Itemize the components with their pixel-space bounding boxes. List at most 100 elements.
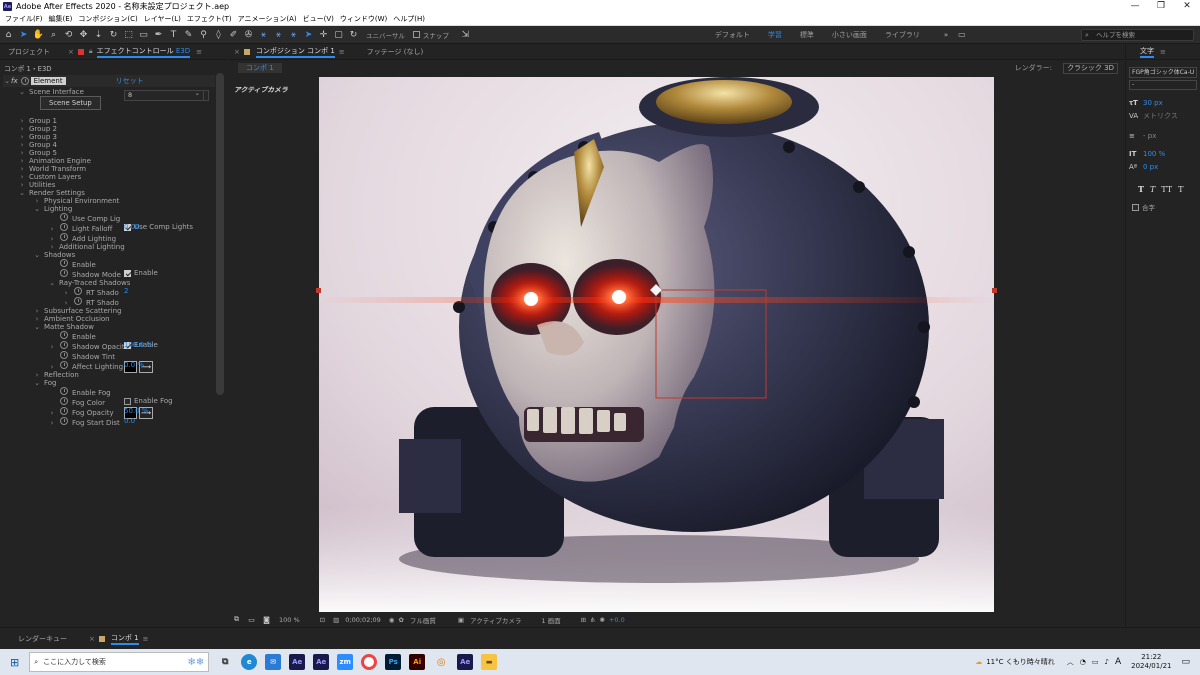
after-effects-icon[interactable]: Ae — [457, 654, 474, 670]
font-family-dropdown[interactable]: FGP角ゴシック体Ca-U — [1129, 67, 1197, 78]
chevron-down-icon[interactable]: ⌄ — [33, 251, 41, 259]
panel-menu-icon[interactable]: ≡ — [339, 48, 345, 56]
pan-behind-icon[interactable]: ⬚ — [122, 28, 135, 41]
panel-menu-icon[interactable]: ≡ — [143, 635, 149, 643]
menu-item[interactable]: ヘルプ(H) — [392, 14, 426, 24]
stopwatch-icon[interactable] — [60, 397, 68, 405]
select-icon[interactable]: ➤ — [302, 28, 315, 41]
taskbar-search-input[interactable]: ⌕ ここに入力して検索 ❄❄ — [29, 652, 210, 672]
mask-visibility-icon[interactable]: ◙ — [260, 613, 273, 626]
stopwatch-icon[interactable] — [74, 287, 82, 295]
effect-property-row[interactable]: › Utilities — [0, 181, 215, 189]
reset-exposure-icon[interactable]: ✺ — [599, 616, 604, 624]
tab-comp-timeline[interactable]: コンポ 1 — [110, 633, 139, 645]
stopwatch-icon[interactable] — [60, 223, 68, 231]
property-value[interactable]: 0.00 — [124, 223, 140, 231]
property-value[interactable]: 100.0 % — [124, 341, 153, 349]
menu-item[interactable]: エフェクト(T) — [186, 14, 233, 24]
property-dropdown[interactable]: 8 — [124, 89, 204, 101]
reset-link[interactable]: リセット — [116, 76, 144, 86]
effect-property-row[interactable]: › Additional Lighting — [0, 243, 215, 251]
roto-brush-icon[interactable]: ✐ — [227, 28, 240, 41]
property-value[interactable]: 2 — [124, 287, 128, 295]
effect-property-row[interactable]: › Group 3 — [0, 133, 215, 141]
more-workspaces-icon[interactable]: » — [944, 31, 948, 39]
chevron-right-icon[interactable]: › — [48, 235, 56, 243]
all-caps-button[interactable]: TT — [1161, 185, 1172, 194]
zoom-tool-icon[interactable]: ⌕ — [47, 28, 60, 41]
tray-overflow-icon[interactable]: ︿ — [1067, 657, 1074, 667]
tab-footage[interactable]: フッテージ (なし) — [367, 47, 424, 57]
pen-tool-icon[interactable]: ✒ — [152, 28, 165, 41]
chevron-right-icon[interactable]: › — [33, 197, 41, 205]
windows-start-icon[interactable]: ⊞ — [10, 656, 19, 669]
chevron-right-icon[interactable]: › — [18, 157, 26, 165]
chevron-right-icon[interactable]: › — [48, 363, 56, 371]
close-tab-icon[interactable]: × — [234, 48, 240, 56]
brush-tool-icon[interactable]: ✎ — [182, 28, 195, 41]
scene-setup-button[interactable]: Scene Setup — [40, 96, 101, 110]
stopwatch-icon[interactable] — [60, 407, 68, 415]
text-tool-icon[interactable]: T — [167, 28, 180, 41]
effect-property-row[interactable]: › Subsurface Scattering — [0, 307, 215, 315]
scale-icon[interactable]: ▢ — [332, 28, 345, 41]
property-value[interactable]: 50.0 % — [124, 407, 148, 415]
clock[interactable]: 21:22 2024/01/21 — [1131, 653, 1171, 671]
effect-property-row[interactable]: › Group 4 — [0, 141, 215, 149]
after-effects-icon[interactable]: Ae — [289, 654, 306, 670]
stopwatch-icon[interactable] — [60, 341, 68, 349]
snapshot-settings-icon[interactable]: ⧉ — [230, 613, 243, 626]
chevron-right-icon[interactable]: › — [18, 133, 26, 141]
baseline-value[interactable]: 0 px — [1143, 163, 1158, 171]
sync-icon[interactable]: ▭ — [958, 30, 966, 39]
axis-view-icon[interactable]: ⚹ — [287, 28, 300, 41]
effect-property-row[interactable]: ⌄ Render Settings — [0, 189, 215, 197]
lock-icon[interactable]: 🔒︎ — [89, 47, 93, 56]
renderer-dropdown[interactable]: クラシック 3D — [1063, 62, 1118, 74]
workspace-item[interactable]: 標準 — [800, 30, 814, 40]
close-tab-icon[interactable]: × — [89, 635, 95, 643]
close-tab-icon[interactable]: × — [68, 48, 74, 56]
chrome-icon[interactable] — [361, 654, 378, 670]
effect-property-row[interactable]: Fog Color ⟿ — [0, 397, 215, 419]
effect-property-row[interactable]: ›Add LightingCinema — [0, 89, 215, 243]
toggle-pixel-icon[interactable]: ⊞ — [581, 616, 586, 624]
timecode[interactable]: 0;00;02;09 — [345, 616, 381, 624]
chevron-right-icon[interactable]: › — [62, 289, 70, 297]
preview-icon[interactable]: ▭ — [245, 613, 258, 626]
menu-item[interactable]: ファイル(F) — [4, 14, 44, 24]
ime-indicator[interactable]: A — [1115, 657, 1121, 667]
home-icon[interactable]: ⌂ — [2, 28, 15, 41]
photoshop-icon[interactable]: Ps — [385, 654, 402, 670]
volume-icon[interactable]: ♪ — [1104, 658, 1108, 666]
fx-icon[interactable]: fx — [11, 77, 18, 85]
axis-local-icon[interactable]: ⚹ — [257, 28, 270, 41]
expand-chevron-icon[interactable]: ⌄ — [3, 77, 11, 85]
panel-menu-icon[interactable]: ≡ — [1160, 48, 1166, 56]
chevron-right-icon[interactable]: › — [33, 315, 41, 323]
resolution-dropdown[interactable]: フル画質 — [410, 615, 436, 625]
hand-tool-icon[interactable]: ✋ — [32, 28, 45, 41]
view-dropdown[interactable]: アクティブカメラ — [470, 615, 521, 625]
close-icon[interactable]: ✕ — [1174, 0, 1200, 13]
effect-property-row[interactable]: › Group 1 — [0, 117, 215, 125]
menu-item[interactable]: ウィンドウ(W) — [339, 14, 388, 24]
rotate-tool-icon[interactable]: ↻ — [107, 28, 120, 41]
frame-handle-left[interactable] — [316, 288, 321, 293]
effect-controls-scrollbar[interactable] — [216, 73, 224, 395]
chevron-right-icon[interactable]: › — [18, 173, 26, 181]
flowchart-icon[interactable]: ⋔ — [590, 616, 595, 624]
property-value[interactable]: 0.0 % — [124, 361, 144, 369]
chevron-right-icon[interactable]: › — [48, 343, 56, 351]
tab-render-queue[interactable]: レンダーキュー — [18, 634, 67, 644]
faux-italic-button[interactable]: T — [1150, 185, 1155, 194]
selection-tool-icon[interactable]: ➤ — [17, 28, 30, 41]
help-search-input[interactable]: ⌕ ヘルプを検索 — [1081, 29, 1194, 41]
effect-property-row[interactable]: › World Transform — [0, 165, 215, 173]
chevron-down-icon[interactable]: ⌄ — [33, 379, 41, 387]
edge-icon[interactable]: e — [241, 654, 258, 670]
tab-project[interactable]: プロジェクト — [8, 47, 50, 57]
effect-property-row[interactable]: Shadow ModeRay-Traced — [0, 89, 215, 279]
effect-property-row[interactable]: ⌄ Lighting — [0, 205, 215, 213]
menu-item[interactable]: ビュー(V) — [302, 14, 335, 24]
